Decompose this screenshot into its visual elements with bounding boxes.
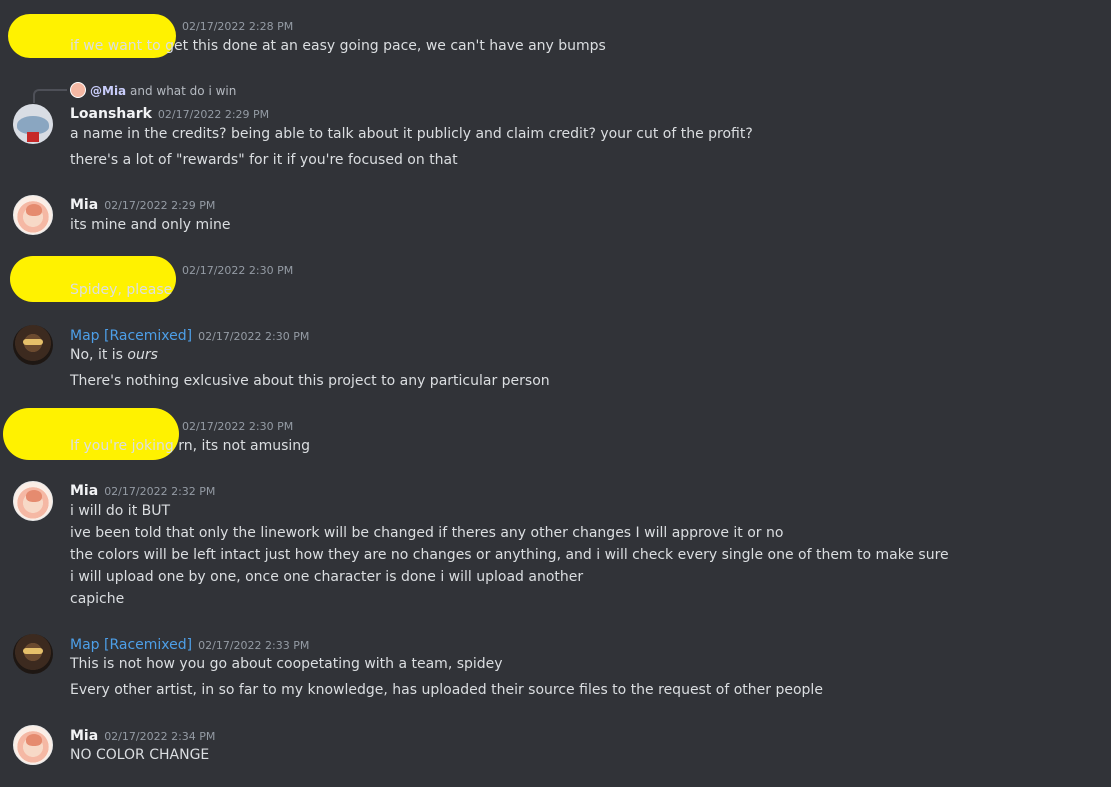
message-text: Spidey, please [70, 282, 173, 298]
message-text: its mine and only mine [70, 217, 231, 233]
message-text: No, it is ours [70, 347, 158, 363]
message-text-plain: No, it is [70, 347, 128, 363]
message-text: the colors will be left intact just how … [70, 547, 949, 563]
username[interactable]: Mia [70, 728, 98, 744]
mia-mini-avatar [70, 82, 86, 98]
message-text: NO COLOR CHANGE [70, 747, 210, 763]
mia-avatar[interactable] [13, 195, 53, 235]
message-text: capiche [70, 591, 125, 607]
timestamp: 02/17/2022 2:33 PM [198, 639, 310, 652]
message-text: There's nothing exlcusive about this pro… [70, 373, 550, 389]
reply-preview[interactable]: @Mia and what do i win [70, 82, 236, 98]
reply-connector [33, 89, 67, 103]
reply-mention[interactable]: @Mia [90, 84, 126, 98]
username[interactable]: Mia [70, 483, 98, 499]
message-text: i will do it BUT [70, 503, 171, 519]
message-text: ive been told that only the linework wil… [70, 525, 784, 541]
mia-avatar[interactable] [13, 725, 53, 765]
map-avatar[interactable] [13, 325, 53, 365]
username[interactable]: Map [Racemixed] [70, 328, 192, 344]
timestamp: 02/17/2022 2:32 PM [104, 485, 216, 498]
timestamp: 02/17/2022 2:34 PM [104, 730, 216, 743]
username[interactable]: Mia [70, 197, 98, 213]
loanshark-avatar[interactable] [13, 104, 53, 144]
message-text: a name in the credits? being able to tal… [70, 126, 753, 142]
message-text: This is not how you go about coopetating… [70, 656, 503, 672]
username[interactable]: Loanshark [70, 106, 152, 122]
mia-avatar[interactable] [13, 481, 53, 521]
timestamp: 02/17/2022 2:29 PM [104, 199, 216, 212]
timestamp: 02/17/2022 2:30 PM [198, 330, 310, 343]
message-text: if we want to get this done at an easy g… [70, 38, 606, 54]
reply-text: and what do i win [129, 84, 237, 98]
message-text: i will upload one by one, once one chara… [70, 569, 584, 585]
message-text-italic: ours [127, 347, 158, 363]
message-text: Every other artist, in so far to my know… [70, 682, 823, 698]
timestamp: 02/17/2022 2:30 PM [182, 264, 294, 277]
map-avatar[interactable] [13, 634, 53, 674]
timestamp: 02/17/2022 2:28 PM [182, 20, 294, 33]
username[interactable]: Map [Racemixed] [70, 637, 192, 653]
timestamp: 02/17/2022 2:29 PM [157, 108, 270, 121]
timestamp: 02/17/2022 2:30 PM [182, 420, 294, 433]
message-text: If you're joking rn, its not amusing [70, 438, 311, 454]
message-text: there's a lot of "rewards" for it if you… [70, 152, 458, 168]
